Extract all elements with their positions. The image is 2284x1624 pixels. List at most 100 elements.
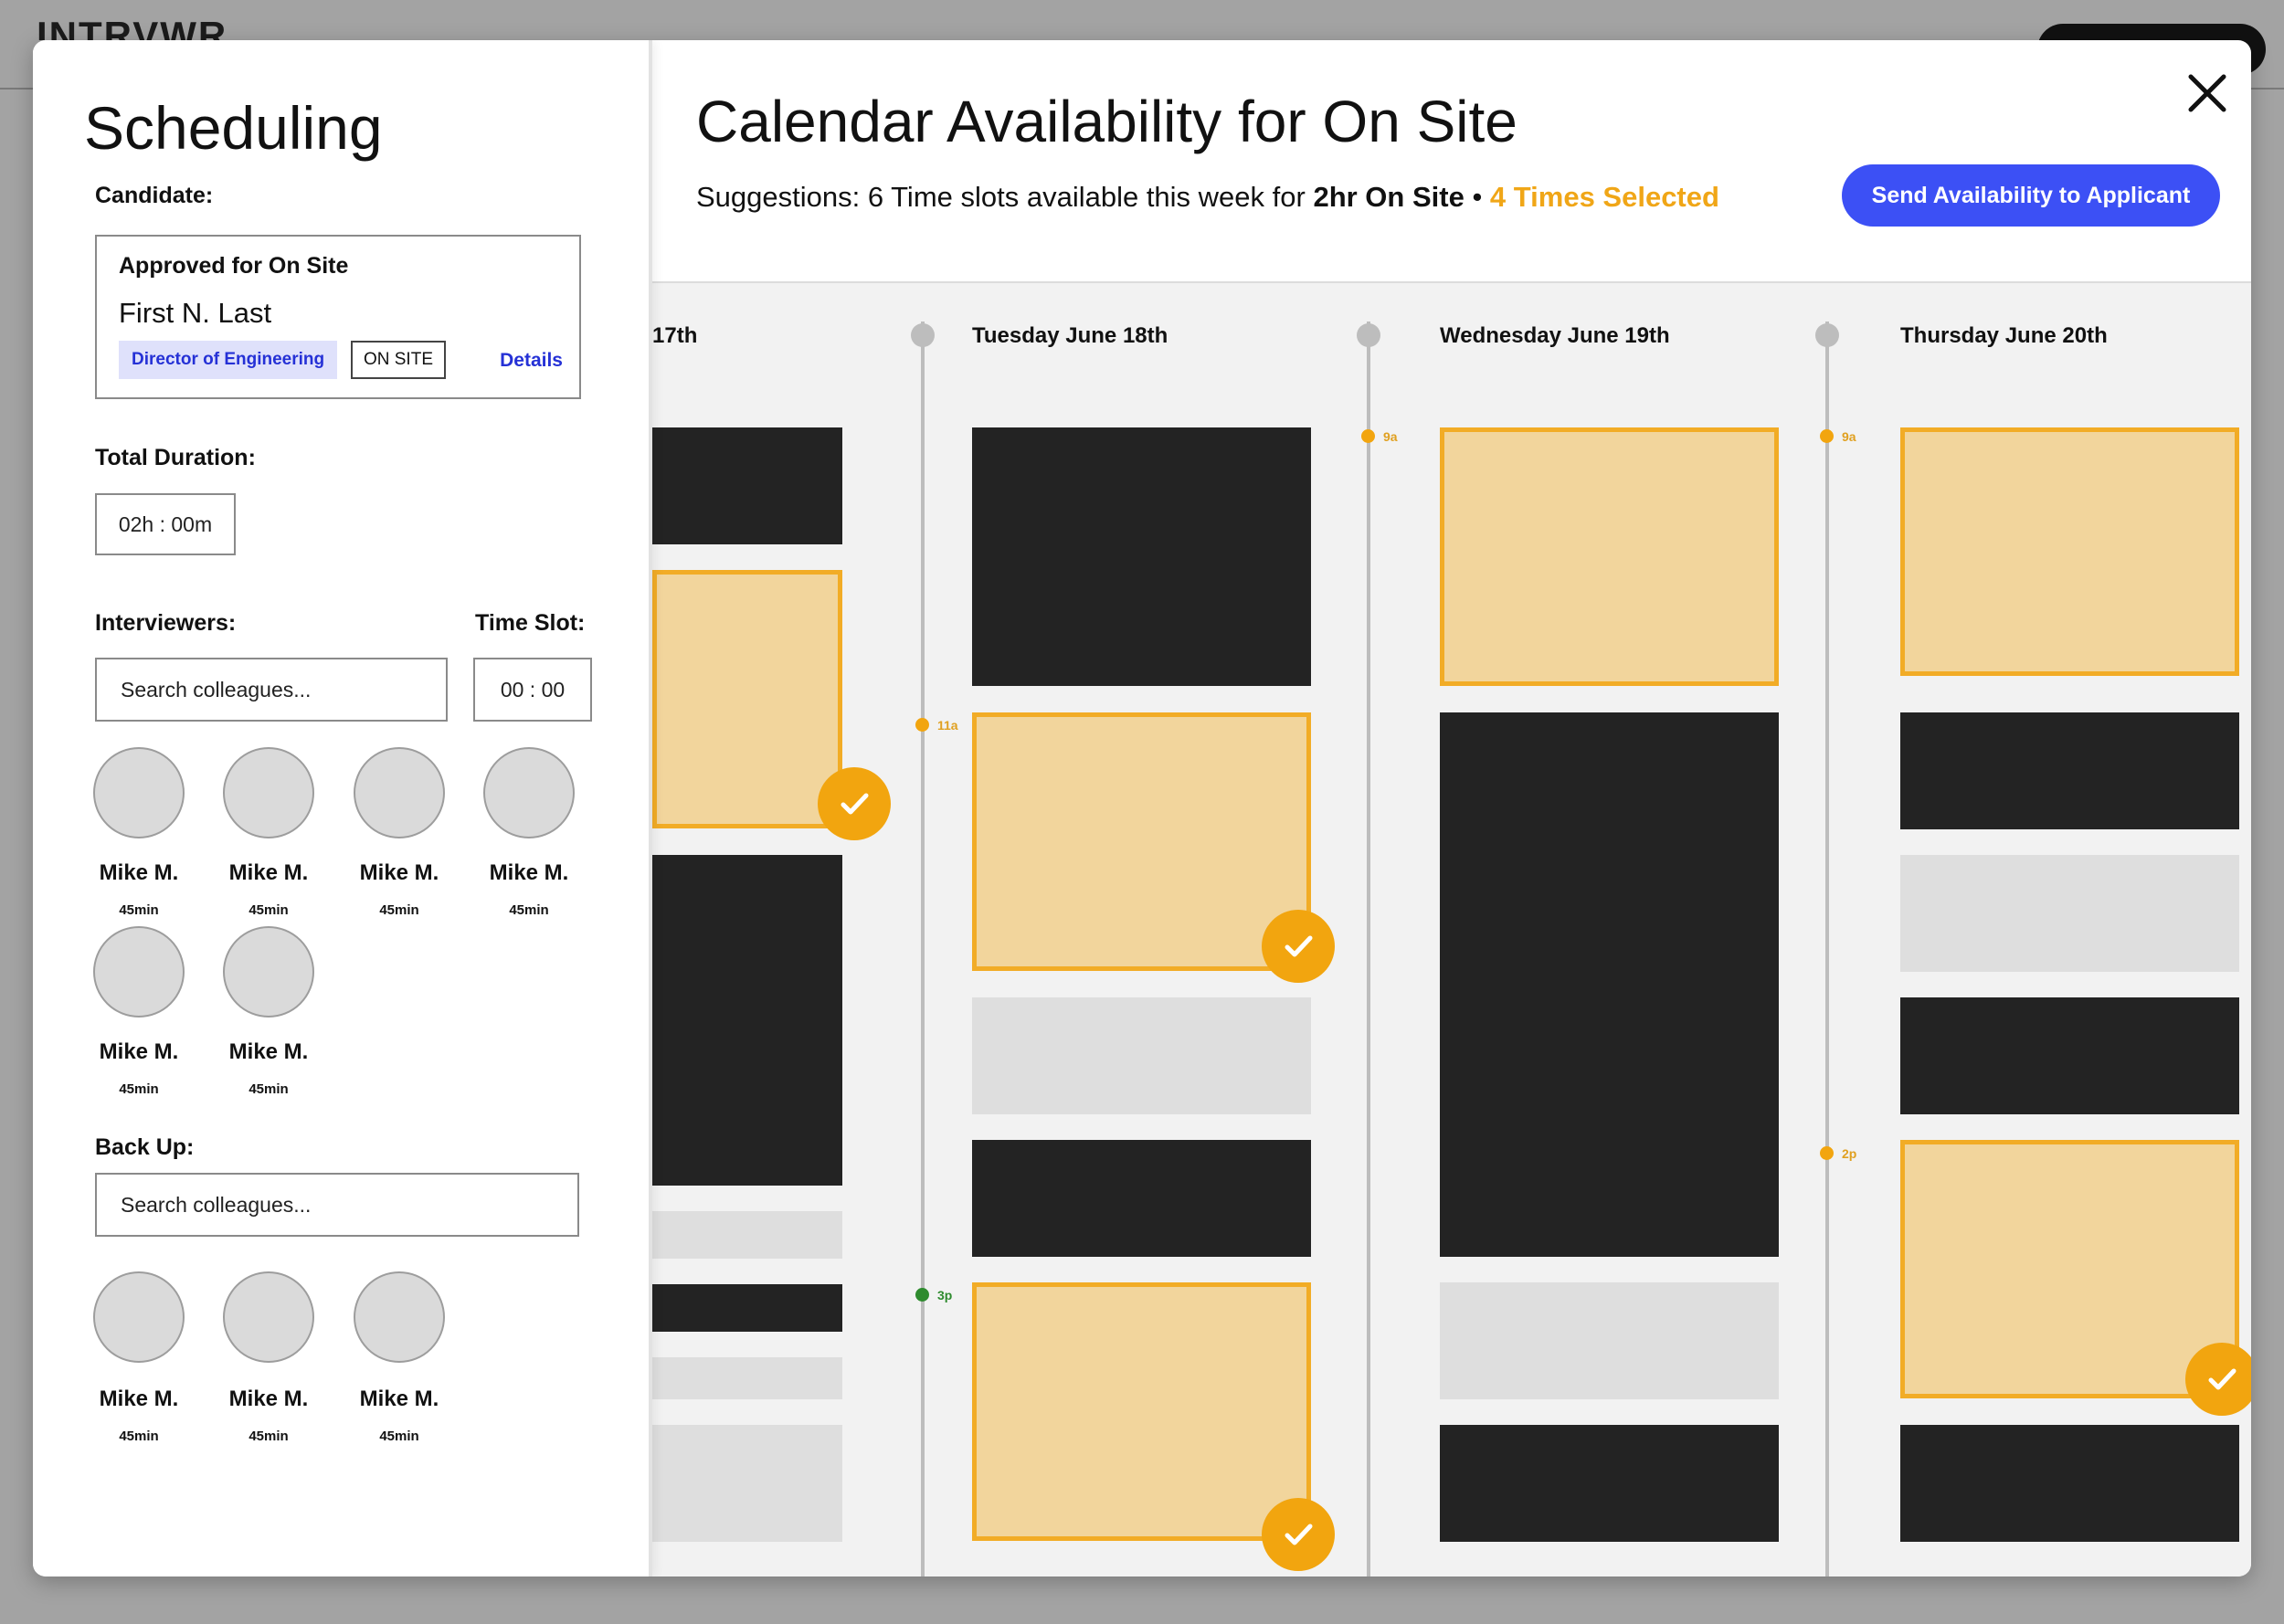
sidebar-title: Scheduling xyxy=(84,94,383,162)
calendar-title: Calendar Availability for On Site xyxy=(696,89,1517,154)
busy-block xyxy=(972,1140,1311,1257)
scheduling-sidebar: Scheduling Candidate: Approved for On Si… xyxy=(33,40,652,1577)
check-icon xyxy=(1262,910,1335,983)
day-header-tuesday: Tuesday June 18th xyxy=(972,323,1168,348)
avatar[interactable] xyxy=(93,1271,185,1363)
candidate-label: Candidate: xyxy=(95,183,214,208)
interviewer-name: Mike M. xyxy=(228,1039,309,1064)
busy-block xyxy=(1900,712,2239,829)
interviewer-name: Mike M. xyxy=(359,860,439,885)
calendar-grid: 17th 11a 3p Tuesday June 18th 9a Wednesd… xyxy=(652,283,2251,1577)
selected-slot[interactable] xyxy=(972,712,1311,971)
busy-block xyxy=(1900,1425,2239,1542)
interviewer-name: Mike M. xyxy=(228,860,309,885)
duration-label: Total Duration: xyxy=(95,445,256,470)
avatar[interactable] xyxy=(354,747,445,838)
busy-block xyxy=(652,427,842,544)
interviewer-duration: 45min xyxy=(379,902,419,918)
interviewer-duration: 45min xyxy=(509,902,549,918)
day-header-monday: 17th xyxy=(652,323,698,348)
timeline-rail-dot xyxy=(1815,323,1839,347)
selected-slot[interactable] xyxy=(1900,1140,2239,1398)
busy-block xyxy=(1900,997,2239,1114)
interviewer-duration: 45min xyxy=(248,1081,289,1097)
candidate-name: First N. Last xyxy=(119,297,272,329)
selected-slot[interactable] xyxy=(1440,427,1779,686)
close-icon[interactable] xyxy=(2180,66,2235,121)
time-marker-dot xyxy=(1820,1146,1834,1160)
busy-block xyxy=(652,1284,842,1332)
timeslot-field[interactable]: 00 : 00 xyxy=(473,658,592,722)
candidate-card: Approved for On Site First N. Last Direc… xyxy=(95,235,581,399)
day-header-wednesday: Wednesday June 19th xyxy=(1440,323,1670,348)
busy-block xyxy=(652,855,842,1186)
time-marker-label: 9a xyxy=(1383,429,1398,444)
backup-search-input[interactable]: Search colleagues... xyxy=(95,1173,579,1237)
interviewer-search-input[interactable]: Search colleagues... xyxy=(95,658,448,722)
time-marker-label: 9a xyxy=(1842,429,1856,444)
avatar[interactable] xyxy=(93,747,185,838)
free-block[interactable] xyxy=(652,1211,842,1259)
check-icon xyxy=(2185,1343,2251,1416)
time-marker-dot xyxy=(1361,429,1375,443)
time-marker-dot xyxy=(1820,429,1834,443)
backup-label: Back Up: xyxy=(95,1134,195,1160)
selected-slot[interactable] xyxy=(1900,427,2239,676)
busy-block xyxy=(972,427,1311,686)
selected-slot[interactable] xyxy=(652,570,842,828)
app-logo: INTRVWR xyxy=(37,16,228,40)
free-block[interactable] xyxy=(652,1425,842,1542)
avatar[interactable] xyxy=(483,747,575,838)
avatar[interactable] xyxy=(223,747,314,838)
time-marker-label: 2p xyxy=(1842,1146,1857,1161)
backup-duration: 45min xyxy=(379,1429,419,1444)
interviewers-label: Interviewers: xyxy=(95,610,237,636)
backup-name: Mike M. xyxy=(228,1387,309,1411)
interviewer-duration: 45min xyxy=(119,902,159,918)
free-block[interactable] xyxy=(1900,855,2239,972)
timeline-rail xyxy=(921,322,925,1577)
backup-duration: 45min xyxy=(248,1429,289,1444)
free-block[interactable] xyxy=(652,1357,842,1399)
suggestion-summary: Suggestions: 6 Time slots available this… xyxy=(696,181,1719,214)
check-icon xyxy=(818,767,891,840)
backup-duration: 45min xyxy=(119,1429,159,1444)
details-link[interactable]: Details xyxy=(500,350,563,372)
avatar[interactable] xyxy=(93,926,185,1018)
duration-field[interactable]: 02h : 00m xyxy=(95,493,236,555)
stage-tag: ON SITE xyxy=(351,341,446,379)
backup-name: Mike M. xyxy=(99,1387,179,1411)
avatar[interactable] xyxy=(223,926,314,1018)
busy-block xyxy=(1440,1425,1779,1542)
avatar[interactable] xyxy=(223,1271,314,1363)
free-block[interactable] xyxy=(1440,1282,1779,1399)
avatar[interactable] xyxy=(354,1271,445,1363)
suggestion-separator: • xyxy=(1464,181,1490,213)
interviewer-duration: 45min xyxy=(119,1081,159,1097)
role-tag: Director of Engineering xyxy=(119,341,338,379)
timeline-rail-dot xyxy=(1357,323,1380,347)
candidate-status: Approved for On Site xyxy=(119,253,349,279)
timeline-rail-dot xyxy=(911,323,935,347)
selected-count: 4 Times Selected xyxy=(1489,181,1719,213)
time-marker-label: 11a xyxy=(937,718,958,733)
timeslot-label: Time Slot: xyxy=(475,610,586,636)
time-marker-dot xyxy=(915,1288,929,1302)
interviewer-duration: 45min xyxy=(248,902,289,918)
selected-slot[interactable] xyxy=(972,1282,1311,1541)
backup-name: Mike M. xyxy=(359,1387,439,1411)
scheduling-modal: Calendar Availability for On Site Sugges… xyxy=(33,40,2251,1577)
timeline-rail xyxy=(1825,322,1829,1577)
suggestion-duration: 2hr On Site xyxy=(1313,181,1465,213)
busy-block xyxy=(1440,712,1779,1257)
day-header-thursday: Thursday June 20th xyxy=(1900,323,2108,348)
send-availability-button[interactable]: Send Availability to Applicant xyxy=(1842,164,2220,227)
free-block[interactable] xyxy=(972,997,1311,1114)
interviewer-name: Mike M. xyxy=(99,1039,179,1064)
timeline-rail xyxy=(1367,322,1370,1577)
time-marker-dot xyxy=(915,718,929,732)
time-marker-label: 3p xyxy=(937,1288,953,1302)
interviewer-name: Mike M. xyxy=(489,860,569,885)
suggestion-text: Suggestions: 6 Time slots available this… xyxy=(696,181,1314,213)
interviewer-name: Mike M. xyxy=(99,860,179,885)
